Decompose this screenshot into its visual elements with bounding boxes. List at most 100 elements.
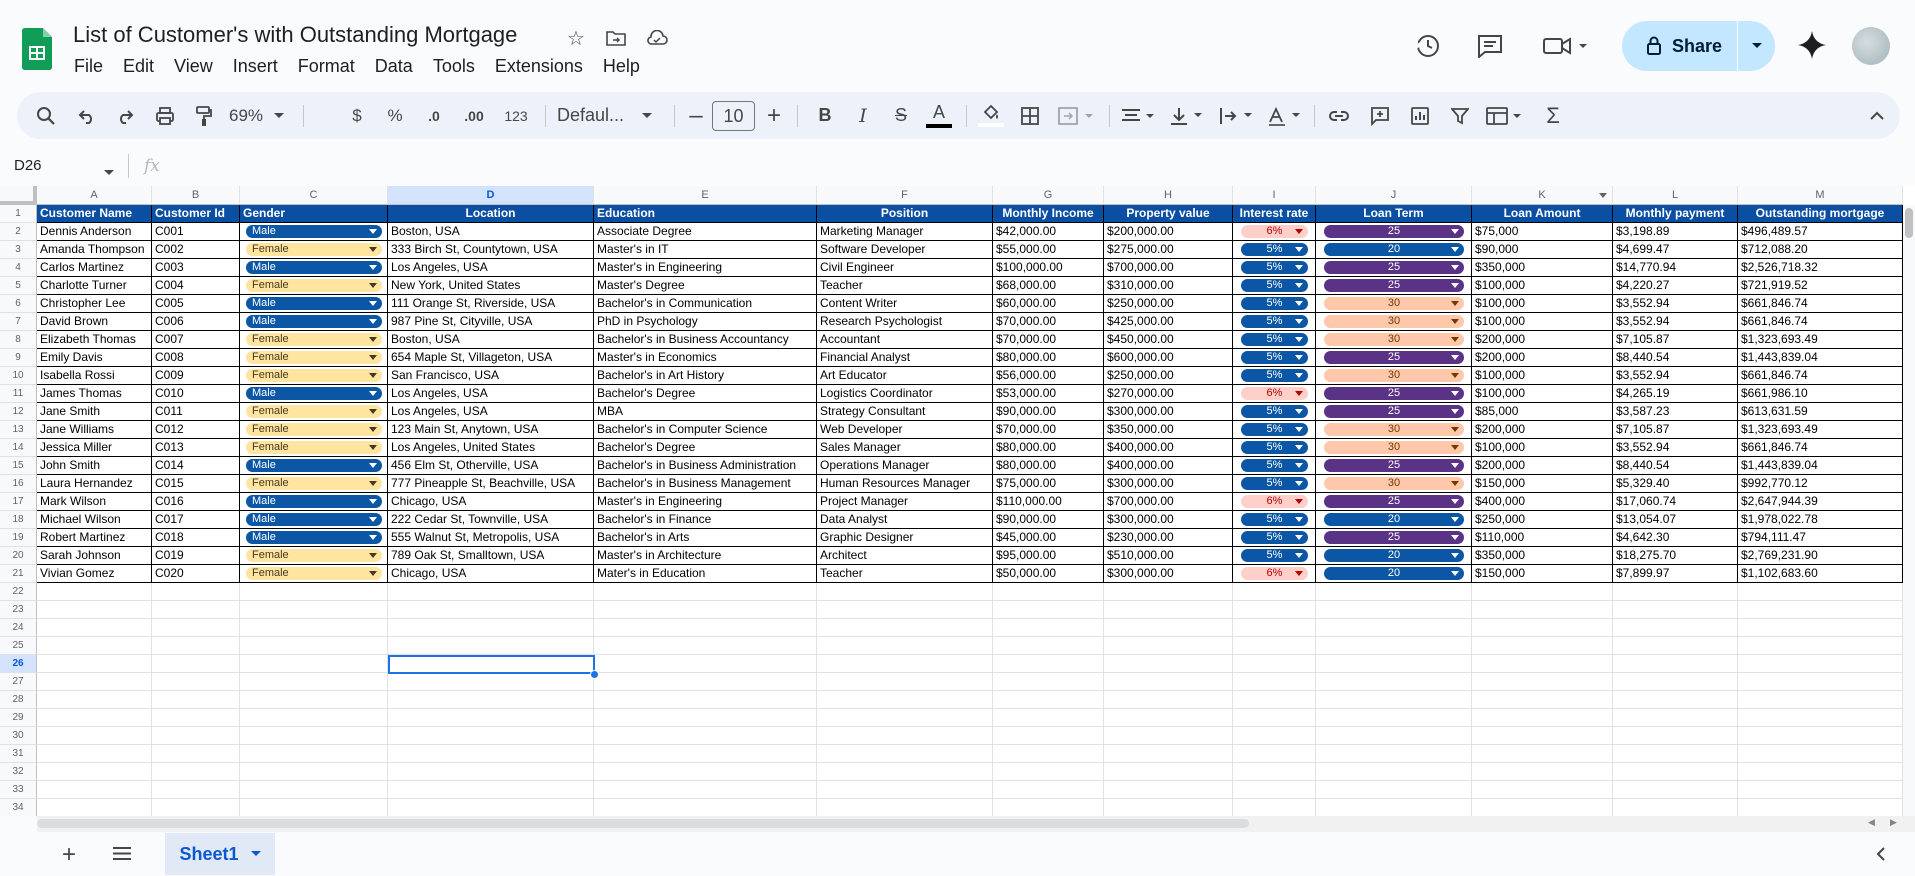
column-header-i[interactable]: I xyxy=(1233,186,1316,205)
chip-dropdown-icon[interactable] xyxy=(1451,283,1459,288)
explore-panel-toggle-icon[interactable] xyxy=(1876,846,1886,867)
empty-cell[interactable] xyxy=(1104,727,1233,745)
table-cell[interactable]: $1,323,693.49 xyxy=(1738,421,1903,439)
table-cell[interactable]: Male xyxy=(240,259,388,277)
column-header-a[interactable]: A xyxy=(37,186,152,205)
empty-cell[interactable] xyxy=(1233,709,1316,727)
table-cell[interactable]: David Brown xyxy=(37,313,152,331)
chip-dropdown-icon[interactable] xyxy=(1295,229,1303,234)
collapse-toolbar-icon[interactable] xyxy=(1865,92,1889,139)
sheets-logo-icon[interactable] xyxy=(22,28,52,70)
dropdown-chip[interactable]: Female xyxy=(246,477,382,490)
empty-cell[interactable] xyxy=(1233,763,1316,781)
empty-cell[interactable] xyxy=(594,781,817,799)
row-header[interactable]: 7 xyxy=(0,313,37,331)
table-cell[interactable]: 30 xyxy=(1316,439,1472,457)
table-cell[interactable]: Elizabeth Thomas xyxy=(37,331,152,349)
table-cell[interactable]: Isabella Rossi xyxy=(37,367,152,385)
empty-cell[interactable] xyxy=(1738,745,1903,763)
empty-cell[interactable] xyxy=(240,763,388,781)
table-cell[interactable]: Male xyxy=(240,295,388,313)
zoom-dropdown-icon[interactable] xyxy=(269,92,289,139)
print-icon[interactable] xyxy=(150,92,180,139)
table-cell[interactable]: $14,770.94 xyxy=(1613,259,1738,277)
table-cell[interactable]: $275,000.00 xyxy=(1104,241,1233,259)
table-cell[interactable]: $5,329.40 xyxy=(1613,475,1738,493)
table-cell[interactable]: Emily Davis xyxy=(37,349,152,367)
table-cell[interactable]: 30 xyxy=(1316,367,1472,385)
empty-cell[interactable] xyxy=(152,799,240,816)
table-cell[interactable]: Female xyxy=(240,439,388,457)
empty-cell[interactable] xyxy=(1472,619,1613,637)
row-header[interactable]: 21 xyxy=(0,565,37,583)
dropdown-chip[interactable]: 5% xyxy=(1241,405,1308,418)
empty-cell[interactable] xyxy=(388,799,594,816)
vertical-scroll-thumb[interactable] xyxy=(1905,208,1913,238)
empty-cell[interactable] xyxy=(152,601,240,619)
share-options-icon[interactable] xyxy=(1738,42,1775,50)
table-cell[interactable]: $42,000.00 xyxy=(993,223,1104,241)
row-header[interactable]: 12 xyxy=(0,403,37,421)
table-cell[interactable]: Mark Wilson xyxy=(37,493,152,511)
dropdown-chip[interactable]: 20 xyxy=(1324,549,1464,562)
empty-cell[interactable] xyxy=(1104,619,1233,637)
empty-cell[interactable] xyxy=(594,709,817,727)
table-cell[interactable]: $60,000.00 xyxy=(993,295,1104,313)
chip-dropdown-icon[interactable] xyxy=(1451,571,1459,576)
table-cell[interactable]: $200,000 xyxy=(1472,421,1613,439)
empty-cell[interactable] xyxy=(152,763,240,781)
chip-dropdown-icon[interactable] xyxy=(369,499,377,504)
chip-dropdown-icon[interactable] xyxy=(1451,319,1459,324)
name-box-dropdown-icon[interactable] xyxy=(104,163,114,181)
chip-dropdown-icon[interactable] xyxy=(1295,337,1303,342)
empty-cell[interactable] xyxy=(240,727,388,745)
empty-cell[interactable] xyxy=(240,673,388,691)
empty-cell[interactable] xyxy=(1613,673,1738,691)
empty-cell[interactable] xyxy=(37,637,152,655)
table-cell[interactable]: $55,000.00 xyxy=(993,241,1104,259)
empty-cell[interactable] xyxy=(817,781,993,799)
table-cell[interactable]: C014 xyxy=(152,457,240,475)
zoom-value[interactable]: 69% xyxy=(229,92,263,139)
table-cell[interactable]: C019 xyxy=(152,547,240,565)
empty-cell[interactable] xyxy=(388,745,594,763)
table-cell[interactable]: $992,770.12 xyxy=(1738,475,1903,493)
decrease-font-size-icon[interactable]: – xyxy=(684,92,708,139)
column-header-k[interactable]: K xyxy=(1472,186,1613,205)
table-cell[interactable]: Chicago, USA xyxy=(388,565,594,583)
chip-dropdown-icon[interactable] xyxy=(1451,355,1459,360)
share-button[interactable]: Share xyxy=(1622,21,1775,71)
column-header-f[interactable]: F xyxy=(817,186,993,205)
table-cell[interactable]: 25 xyxy=(1316,529,1472,547)
row-header[interactable]: 2 xyxy=(0,223,37,241)
table-cell[interactable]: Female xyxy=(240,367,388,385)
empty-cell[interactable] xyxy=(1233,727,1316,745)
table-cell[interactable]: Laura Hernandez xyxy=(37,475,152,493)
dropdown-chip[interactable]: 5% xyxy=(1241,531,1308,544)
table-cell[interactable]: $700,000.00 xyxy=(1104,259,1233,277)
column-header-d[interactable]: D xyxy=(388,186,594,205)
menu-file[interactable]: File xyxy=(64,54,113,79)
table-cell[interactable]: Bachelor's Degree xyxy=(594,439,817,457)
table-cell[interactable]: Michael Wilson xyxy=(37,511,152,529)
dropdown-chip[interactable]: 5% xyxy=(1241,513,1308,526)
chip-dropdown-icon[interactable] xyxy=(1451,499,1459,504)
table-cell[interactable]: Strategy Consultant xyxy=(817,403,993,421)
table-cell[interactable]: $250,000.00 xyxy=(1104,367,1233,385)
empty-cell[interactable] xyxy=(594,655,817,673)
text-color-button[interactable]: A xyxy=(922,92,956,139)
number-format-button[interactable]: 123 xyxy=(500,92,532,139)
table-cell[interactable]: $150,000 xyxy=(1472,475,1613,493)
table-cell[interactable]: $700,000.00 xyxy=(1104,493,1233,511)
table-cell[interactable]: 6% xyxy=(1233,223,1316,241)
table-cell[interactable]: Logistics Coordinator xyxy=(817,385,993,403)
empty-cell[interactable] xyxy=(1104,691,1233,709)
empty-cell[interactable] xyxy=(388,727,594,745)
table-cell[interactable]: $230,000.00 xyxy=(1104,529,1233,547)
table-cell[interactable]: C011 xyxy=(152,403,240,421)
table-cell[interactable]: C001 xyxy=(152,223,240,241)
functions-sigma-icon[interactable]: Σ xyxy=(1537,92,1569,139)
table-cell[interactable]: 20 xyxy=(1316,565,1472,583)
dropdown-chip[interactable]: Female xyxy=(246,567,382,580)
search-menus-icon[interactable] xyxy=(31,92,61,139)
